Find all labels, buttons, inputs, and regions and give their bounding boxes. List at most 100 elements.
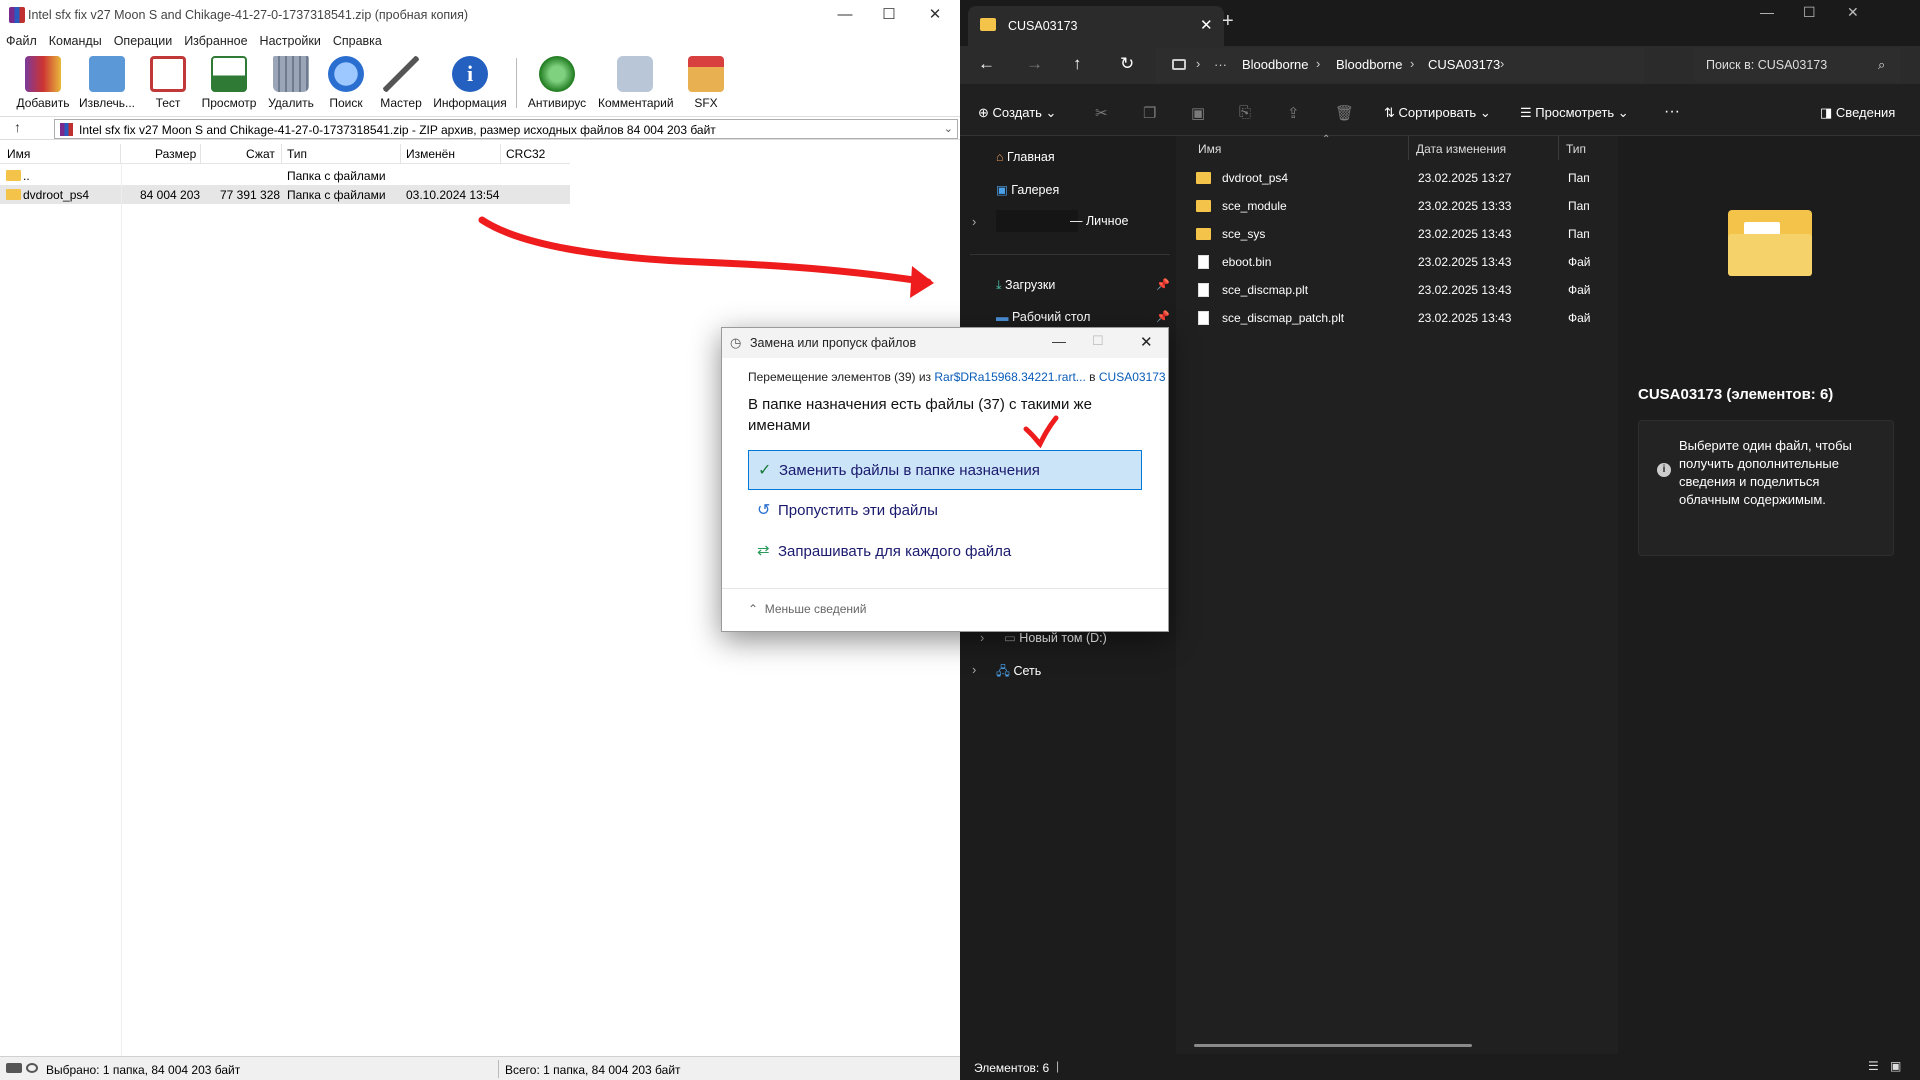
breadcrumb-more[interactable]: ··· xyxy=(1214,57,1227,72)
new-tab-icon[interactable]: + xyxy=(1222,10,1234,33)
plus-circle-icon: ⊕ xyxy=(978,105,989,120)
paste-icon[interactable]: ▣ xyxy=(1191,104,1205,122)
file-date: 23.02.2025 13:43 xyxy=(1418,283,1512,297)
toolbar-sfx-button[interactable]: SFX xyxy=(673,54,739,112)
menu-help[interactable]: Справка xyxy=(327,30,388,48)
list-item[interactable]: sce_discmap_patch.plt 23.02.2025 13:43 Фай xyxy=(1184,305,1591,331)
details-pane-button[interactable]: ◨ Сведения xyxy=(1820,105,1895,121)
minimize-button[interactable]: — xyxy=(1052,333,1066,349)
sort-button[interactable]: ⇅ Сортировать ⌄ xyxy=(1384,105,1491,121)
list-item[interactable]: sce_sys 23.02.2025 13:43 Пап xyxy=(1184,221,1590,247)
cut-icon[interactable]: ✂ xyxy=(1095,104,1108,122)
search-input[interactable]: Поиск в: CUSA03173 ⌕ xyxy=(1694,48,1900,82)
menu-settings[interactable]: Настройки xyxy=(254,30,327,48)
toolbar-wizard-button[interactable]: Мастер xyxy=(368,54,434,112)
antivirus-bug-icon xyxy=(539,56,575,92)
explorer-tab[interactable]: CUSA03173 ✕ xyxy=(968,6,1224,46)
chevron-right-icon: › xyxy=(1500,56,1505,71)
toolbar-view-button[interactable]: Просмотр xyxy=(196,54,262,112)
chevron-right-icon[interactable]: › xyxy=(972,662,976,677)
file-name: sce_discmap_patch.plt xyxy=(1222,311,1345,325)
share-icon[interactable]: ⇪ xyxy=(1287,104,1300,122)
toolbar-comment-button[interactable]: Комментарий xyxy=(598,54,674,112)
list-item[interactable]: eboot.bin 23.02.2025 13:43 Фай xyxy=(1184,249,1591,275)
toolbar-antivirus-button[interactable]: Антивирус xyxy=(524,54,590,112)
sidebar-item-home[interactable]: ⌂ Главная xyxy=(996,150,1055,164)
pin-icon[interactable]: 📌 xyxy=(1156,310,1170,323)
maximize-button[interactable]: ☐ xyxy=(866,0,912,30)
maximize-button[interactable]: ☐ xyxy=(1803,4,1816,21)
file-date: 23.02.2025 13:33 xyxy=(1418,199,1512,213)
up-icon[interactable]: ↑ xyxy=(1073,54,1082,74)
chevron-right-icon[interactable]: › xyxy=(972,214,976,229)
view-button[interactable]: ☰ Просмотреть ⌄ xyxy=(1520,105,1629,121)
minimize-button[interactable]: — xyxy=(822,0,868,30)
skip-files-option[interactable]: ↺ Пропустить эти файлы xyxy=(748,491,1142,531)
address-bar[interactable]: › ··· Bloodborne › Bloodborne › CUSA0317… xyxy=(1156,48,1644,82)
close-button[interactable]: ✕ xyxy=(912,0,958,30)
table-row[interactable]: .. Папка с файлами xyxy=(0,166,570,185)
more-options-button[interactable]: ··· xyxy=(1664,103,1680,121)
menu-commands[interactable]: Команды xyxy=(43,30,108,48)
computer-icon xyxy=(1172,59,1186,70)
move-source-link[interactable]: Rar$DRa15968.34221.rart... xyxy=(934,370,1085,384)
sort-up-icon: ⌃ xyxy=(1322,134,1331,145)
list-item[interactable]: sce_discmap.plt 23.02.2025 13:43 Фай xyxy=(1184,277,1591,303)
breadcrumb-item[interactable]: Bloodborne xyxy=(1336,57,1403,72)
download-icon: ⤓ xyxy=(996,278,1002,292)
toolbar-add-button[interactable]: Добавить xyxy=(10,54,76,112)
sidebar-item-gallery[interactable]: ▣ Галерея xyxy=(996,182,1059,197)
delete-icon[interactable]: 🗑 xyxy=(1335,104,1354,122)
row-name: .. xyxy=(23,169,30,183)
create-button[interactable]: ⊕ Создать ⌄ xyxy=(978,105,1056,121)
move-mid: в xyxy=(1089,370,1096,384)
list-item[interactable]: dvdroot_ps4 23.02.2025 13:27 Пап xyxy=(1184,165,1590,191)
menu-operations[interactable]: Операции xyxy=(108,30,178,48)
ask-each-file-option[interactable]: ⇄ Запрашивать для каждого файла xyxy=(748,532,1142,572)
sidebar-item-desktop[interactable]: ▬ Рабочий стол xyxy=(996,310,1090,324)
chevron-down-icon[interactable]: ⌄ xyxy=(944,122,953,135)
archive-path-field[interactable]: Intel sfx fix v27 Moon S and Chikage-41-… xyxy=(54,119,958,139)
chevron-up-icon: ⌃ xyxy=(748,602,759,616)
forward-icon[interactable]: → xyxy=(1026,54,1043,74)
tiles-view-icon[interactable]: ▣ xyxy=(1890,1059,1901,1073)
file-date: 23.02.2025 13:43 xyxy=(1418,311,1512,325)
sidebar-item-drive-d[interactable]: ▭ Новый том (D:) xyxy=(1004,630,1107,645)
sidebar-item-network[interactable]: 🖧 Сеть xyxy=(996,662,1041,683)
desktop-icon: ▬ xyxy=(996,310,1009,324)
sidebar-item-personal[interactable]: — Личное xyxy=(1070,214,1128,228)
close-button[interactable]: ✕ xyxy=(1140,333,1153,351)
table-row-selected[interactable]: dvdroot_ps4 84 004 203 77 391 328 Папка … xyxy=(0,185,570,204)
horizontal-scrollbar[interactable] xyxy=(1194,1044,1472,1047)
move-dest-link[interactable]: CUSA03173 xyxy=(1099,370,1166,384)
up-arrow-icon[interactable]: ↑ xyxy=(14,119,21,135)
column-type[interactable]: Тип xyxy=(1566,142,1586,156)
close-button[interactable]: ✕ xyxy=(1847,4,1859,21)
column-name[interactable]: Имя xyxy=(1198,142,1221,156)
column-modified[interactable]: Дата изменения xyxy=(1416,142,1506,156)
menu-favorites[interactable]: Избранное xyxy=(178,30,253,48)
breadcrumb-item[interactable]: Bloodborne xyxy=(1242,57,1309,72)
status-divider xyxy=(498,1060,499,1078)
refresh-icon[interactable]: ↻ xyxy=(1120,54,1134,74)
pin-icon[interactable]: 📌 xyxy=(1156,278,1170,291)
tab-close-icon[interactable]: ✕ xyxy=(1200,16,1213,34)
toolbar-info-button[interactable]: i Информация xyxy=(433,54,507,112)
copy-icon[interactable]: ❐ xyxy=(1143,104,1156,122)
replace-files-option[interactable]: ✓ Заменить файлы в папке назначения xyxy=(748,450,1142,490)
breadcrumb-item[interactable]: CUSA03173 xyxy=(1428,57,1500,72)
less-details-button[interactable]: ⌃ Меньше сведений xyxy=(748,602,866,616)
list-item[interactable]: sce_module 23.02.2025 13:33 Пап xyxy=(1184,193,1590,219)
details-view-icon[interactable]: ☰ xyxy=(1868,1059,1879,1073)
maximize-button[interactable]: ☐ xyxy=(1092,333,1104,349)
rename-icon[interactable]: ⎘ xyxy=(1239,104,1251,121)
back-icon[interactable]: ← xyxy=(978,54,995,74)
folder-icon xyxy=(6,170,21,181)
chevron-right-icon[interactable]: › xyxy=(980,630,984,645)
minimize-button[interactable]: — xyxy=(1760,4,1774,20)
status-count: Элементов: 6 xyxy=(974,1061,1050,1075)
sidebar-item-downloads[interactable]: ⤓ Загрузки xyxy=(996,278,1055,293)
file-name: sce_module xyxy=(1222,199,1287,213)
view-book-icon xyxy=(211,56,247,92)
menu-file[interactable]: Файл xyxy=(0,30,43,48)
